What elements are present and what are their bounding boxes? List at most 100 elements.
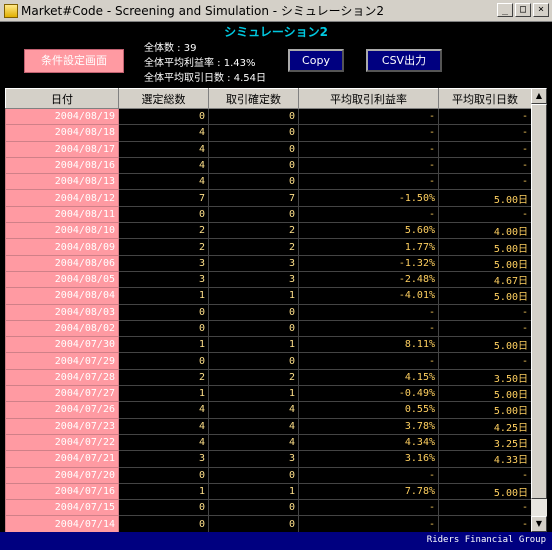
copy-button[interactable]: Copy xyxy=(288,49,344,72)
column-header-confirmed-trades[interactable]: 取引確定数 xyxy=(208,88,299,109)
cell-avg-trade-days: 4.00日 xyxy=(438,222,531,240)
cell-avg-profit-rate: 4.15% xyxy=(298,368,439,387)
column-header-date[interactable]: 日付 xyxy=(5,88,119,109)
cell-confirmed-trades: 4 xyxy=(208,433,299,452)
cell-selected-total: 3 xyxy=(118,254,209,272)
cell-selected-total: 4 xyxy=(118,156,209,175)
cell-avg-profit-rate: - xyxy=(298,140,439,158)
table-row[interactable]: 2004/08/10 2 2 5.60% 4.00日 xyxy=(5,222,531,240)
cell-avg-profit-rate: - xyxy=(298,319,439,338)
cell-avg-trade-days: 5.00日 xyxy=(438,254,531,272)
cell-date: 2004/07/22 xyxy=(5,433,119,452)
table-row[interactable]: 2004/08/13 4 0- - xyxy=(5,173,531,191)
table-row[interactable]: 2004/07/16 1 1 7.78% 5.00日 xyxy=(5,482,531,501)
cell-date: 2004/08/10 xyxy=(5,222,119,240)
cell-avg-trade-days: 4.25日 xyxy=(438,417,531,435)
cell-confirmed-trades: 0 xyxy=(208,140,299,158)
cell-selected-total: 0 xyxy=(118,319,209,338)
cell-date: 2004/07/14 xyxy=(5,515,119,532)
cell-avg-profit-rate: 3.78% xyxy=(298,417,439,435)
cell-selected-total: 0 xyxy=(118,107,209,126)
table-row[interactable]: 2004/07/30 1 1 8.11% 5.00日 xyxy=(5,336,531,354)
cell-selected-total: 4 xyxy=(118,433,209,452)
cell-avg-trade-days: 4.33日 xyxy=(438,450,531,468)
table-row[interactable]: 2004/07/15 0 0- - xyxy=(5,499,531,517)
cell-avg-trade-days: 3.25日 xyxy=(438,433,531,452)
table-row[interactable]: 2004/08/17 4 0- - xyxy=(5,140,531,158)
cell-selected-total: 2 xyxy=(118,368,209,387)
cell-selected-total: 1 xyxy=(118,336,209,354)
table-row[interactable]: 2004/08/05 3 3 -2.48% 4.67日 xyxy=(5,270,531,289)
cell-date: 2004/08/19 xyxy=(5,107,119,126)
table-row[interactable]: 2004/07/20 0 0- - xyxy=(5,466,531,484)
csv-export-button[interactable]: CSV出力 xyxy=(366,49,442,72)
minimize-button[interactable]: _ xyxy=(497,3,513,17)
table-row[interactable]: 2004/08/03 0 0- - xyxy=(5,303,531,321)
cell-date: 2004/08/03 xyxy=(5,303,119,321)
cell-avg-trade-days: - xyxy=(438,124,531,142)
table-row[interactable]: 2004/08/09 2 2 1.77% 5.00日 xyxy=(5,238,531,256)
table-row[interactable]: 2004/07/22 4 4 4.34% 3.25日 xyxy=(5,433,531,452)
scroll-down-arrow-icon[interactable]: ▼ xyxy=(531,516,547,532)
brand-label: Riders Financial Group xyxy=(426,535,546,545)
scroll-thumb[interactable] xyxy=(531,104,547,499)
cell-confirmed-trades: 2 xyxy=(208,222,299,240)
cell-confirmed-trades: 1 xyxy=(208,336,299,354)
table-row[interactable]: 2004/08/02 0 0- - xyxy=(5,319,531,338)
condition-settings-button[interactable]: 条件設定画面 xyxy=(24,49,124,73)
table-row[interactable]: 2004/08/04 1 1 -4.01% 5.00日 xyxy=(5,287,531,305)
cell-avg-profit-rate: 5.60% xyxy=(298,222,439,240)
column-header-avg-profit-rate[interactable]: 平均取引利益率 xyxy=(298,88,439,109)
total-count: 全体数 : 39 xyxy=(144,43,197,54)
cell-date: 2004/07/23 xyxy=(5,417,119,435)
cell-selected-total: 3 xyxy=(118,450,209,468)
app-icon xyxy=(4,3,18,18)
table-row[interactable]: 2004/07/21 3 3 3.16% 4.33日 xyxy=(5,450,531,468)
cell-avg-profit-rate: -1.50% xyxy=(298,189,439,207)
cell-avg-trade-days: 5.00日 xyxy=(438,385,531,403)
table-row[interactable]: 2004/07/28 2 2 4.15% 3.50日 xyxy=(5,368,531,387)
table-row[interactable]: 2004/08/16 4 0- - xyxy=(5,156,531,175)
window-controls: _ □ × xyxy=(497,3,549,17)
table-row[interactable]: 2004/08/06 3 3 -1.32% 5.00日 xyxy=(5,254,531,272)
table-row[interactable]: 2004/07/27 1 1 -0.49% 5.00日 xyxy=(5,385,531,403)
column-header-avg-trade-days[interactable]: 平均取引日数 xyxy=(438,88,531,109)
cell-date: 2004/07/29 xyxy=(5,352,119,370)
cell-selected-total: 0 xyxy=(118,352,209,370)
table-row[interactable]: 2004/07/14 0 0- - xyxy=(5,515,531,532)
cell-avg-profit-rate: -4.01% xyxy=(298,287,439,305)
cell-avg-trade-days: - xyxy=(438,319,531,338)
cell-avg-trade-days: 5.00日 xyxy=(438,189,531,207)
cell-confirmed-trades: 0 xyxy=(208,303,299,321)
maximize-button[interactable]: □ xyxy=(515,3,531,17)
close-button[interactable]: × xyxy=(533,3,549,17)
vertical-scrollbar[interactable]: ▲ ▼ xyxy=(531,88,547,532)
cell-date: 2004/08/12 xyxy=(5,189,119,207)
cell-selected-total: 7 xyxy=(118,189,209,207)
cell-confirmed-trades: 0 xyxy=(208,173,299,191)
cell-confirmed-trades: 3 xyxy=(208,450,299,468)
cell-date: 2004/07/15 xyxy=(5,499,119,517)
column-header-selected-total[interactable]: 選定総数 xyxy=(118,88,209,109)
results-table[interactable]: 日付 選定総数 取引確定数 平均取引利益率 平均取引日数 2004/08/19 0… xyxy=(5,88,531,532)
table-row[interactable]: 2004/08/12 7 7 -1.50% 5.00日 xyxy=(5,189,531,207)
table-row[interactable]: 2004/08/11 0 0- - xyxy=(5,205,531,224)
cell-avg-trade-days: - xyxy=(438,515,531,532)
scroll-up-arrow-icon[interactable]: ▲ xyxy=(531,88,547,104)
table-row[interactable]: 2004/07/23 4 4 3.78% 4.25日 xyxy=(5,417,531,435)
cell-avg-trade-days: - xyxy=(438,466,531,484)
cell-confirmed-trades: 4 xyxy=(208,417,299,435)
cell-confirmed-trades: 0 xyxy=(208,156,299,175)
table-row[interactable]: 2004/07/29 0 0- - xyxy=(5,352,531,370)
cell-date: 2004/08/16 xyxy=(5,156,119,175)
cell-selected-total: 2 xyxy=(118,222,209,240)
window-title: Market#Code - Screening and Simulation -… xyxy=(21,4,385,18)
table-row[interactable]: 2004/08/18 4 0- - xyxy=(5,124,531,142)
cell-date: 2004/07/27 xyxy=(5,385,119,403)
cell-selected-total: 1 xyxy=(118,482,209,501)
cell-selected-total: 1 xyxy=(118,287,209,305)
table-row[interactable]: 2004/08/19 0 0- - xyxy=(5,107,531,126)
cell-confirmed-trades: 3 xyxy=(208,270,299,289)
table-row[interactable]: 2004/07/26 4 4 0.55% 5.00日 xyxy=(5,401,531,419)
cell-avg-profit-rate: - xyxy=(298,124,439,142)
